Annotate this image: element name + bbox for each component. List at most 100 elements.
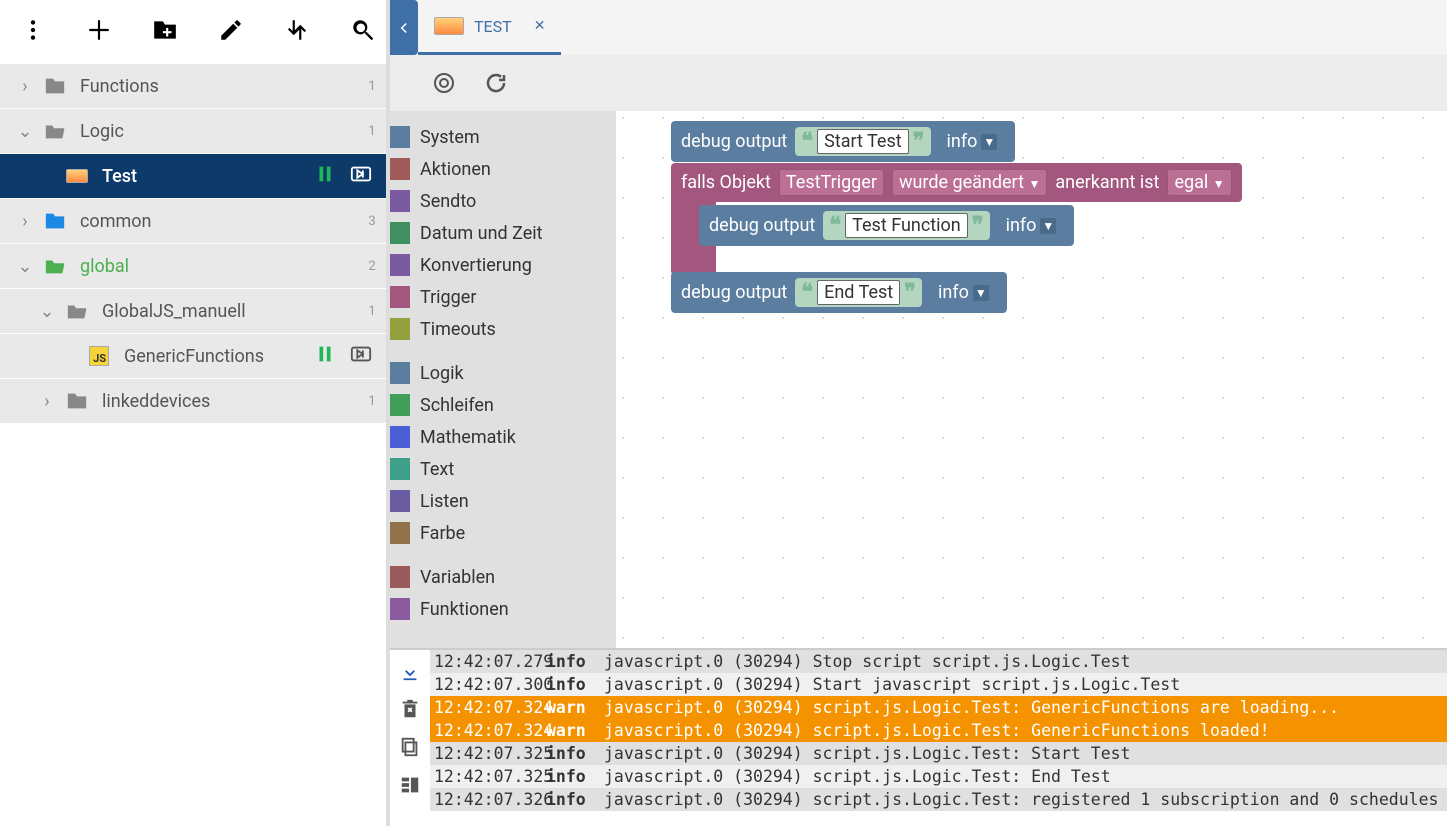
import-export-button[interactable] (284, 10, 310, 50)
tree-label: Logic (70, 121, 366, 142)
level-arg[interactable]: info▼ (939, 129, 1006, 154)
trig-val[interactable]: egal ▼ (1167, 169, 1231, 196)
category-text[interactable]: Text (390, 453, 616, 485)
layout-icon[interactable] (399, 774, 421, 796)
menu-button[interactable] (20, 10, 46, 50)
category-variablen[interactable]: Variablen (390, 561, 616, 593)
add-folder-button[interactable] (152, 10, 178, 50)
category-label: Konvertierung (420, 255, 532, 276)
debug-label: debug output (681, 282, 787, 303)
category-label: System (420, 127, 480, 148)
log-row: 12:42:07.279infojavascript.0 (30294) Sto… (430, 650, 1447, 673)
tree-label: linkeddevices (92, 391, 366, 412)
category-label: Aktionen (420, 159, 491, 180)
debug-block-2[interactable]: debug output ❝Test Function❞ info▼ (699, 205, 1074, 246)
string-arg[interactable]: ❝Start Test❞ (795, 127, 930, 156)
category-aktionen[interactable]: Aktionen (390, 153, 616, 185)
locate-icon[interactable] (432, 71, 456, 95)
log-message: javascript.0 (30294) Start javascript sc… (604, 673, 1447, 696)
pause-icon[interactable] (314, 163, 336, 190)
log-time: 12:42:07.326 (430, 788, 546, 811)
tree-row-functions[interactable]: ›Functions1 (0, 64, 386, 108)
folder-icon (40, 210, 70, 232)
log-row: 12:42:07.324warnjavascript.0 (30294) scr… (430, 719, 1447, 742)
tab-bar: TEST ✕ (390, 0, 1447, 55)
scroll-down-icon[interactable] (399, 660, 421, 682)
log-message: javascript.0 (30294) script.js.Logic.Tes… (604, 696, 1447, 719)
category-datum-und-zeit[interactable]: Datum und Zeit (390, 217, 616, 249)
tree-row-globaljs_manuell[interactable]: ⌄GlobalJS_manuell1 (0, 289, 386, 333)
category-timeouts[interactable]: Timeouts (390, 313, 616, 345)
folder-open-icon (40, 255, 70, 277)
close-tab-icon[interactable]: ✕ (534, 18, 546, 34)
log-time: 12:42:07.325 (430, 742, 546, 765)
trig-op[interactable]: wurde geändert ▼ (892, 169, 1047, 196)
refresh-icon[interactable] (484, 71, 508, 95)
script-toolbar (0, 0, 386, 60)
tree-label: GenericFunctions (114, 346, 314, 367)
tab-label: TEST (474, 17, 512, 36)
console-tools (390, 650, 430, 826)
category-trigger[interactable]: Trigger (390, 281, 616, 313)
blockly-canvas[interactable]: debug output ❝Start Test❞ info▼ falls Ob… (616, 111, 1447, 648)
log-level: info (546, 673, 604, 696)
collapse-tab-button[interactable] (390, 0, 418, 55)
tree-row-test[interactable]: Test (0, 154, 386, 198)
log-row: 12:42:07.325infojavascript.0 (30294) scr… (430, 742, 1447, 765)
log-level: warn (546, 696, 604, 719)
debug-block-3[interactable]: debug output ❝End Test❞ info▼ (671, 272, 1007, 313)
log-message: javascript.0 (30294) script.js.Logic.Tes… (604, 742, 1447, 765)
string-arg[interactable]: ❝End Test❞ (795, 278, 922, 307)
trigger-block[interactable]: falls Objekt TestTrigger wurde geändert … (671, 163, 1242, 202)
category-label: Trigger (420, 287, 476, 308)
category-mathematik[interactable]: Mathematik (390, 421, 616, 453)
log-time: 12:42:07.325 (430, 765, 546, 788)
log-time: 12:42:07.324 (430, 719, 546, 742)
copy-log-icon[interactable] (399, 736, 421, 758)
tree-badge: 1 (366, 79, 378, 94)
log-level: warn (546, 719, 604, 742)
log-time: 12:42:07.300 (430, 673, 546, 696)
debug-label: debug output (709, 215, 815, 236)
console: 12:42:07.279infojavascript.0 (30294) Sto… (390, 648, 1447, 826)
tree-row-genericfunctions[interactable]: JSGenericFunctions (0, 334, 386, 378)
category-schleifen[interactable]: Schleifen (390, 389, 616, 421)
category-farbe[interactable]: Farbe (390, 517, 616, 549)
run-icon[interactable] (350, 163, 372, 190)
tree-row-linkeddevices[interactable]: ›linkeddevices1 (0, 379, 386, 423)
tree-row-global[interactable]: ⌄global2 (0, 244, 386, 288)
tree-label: Test (92, 166, 314, 187)
log-row: 12:42:07.325infojavascript.0 (30294) scr… (430, 765, 1447, 788)
tree-row-logic[interactable]: ⌄Logic1 (0, 109, 386, 153)
search-button[interactable] (350, 10, 376, 50)
trig-prefix: falls Objekt (681, 172, 771, 193)
console-log[interactable]: 12:42:07.279infojavascript.0 (30294) Sto… (430, 650, 1447, 826)
level-arg[interactable]: info▼ (930, 280, 997, 305)
add-button[interactable] (86, 10, 112, 50)
edit-button[interactable] (218, 10, 244, 50)
level-arg[interactable]: info▼ (998, 213, 1065, 238)
pause-icon[interactable] (314, 343, 336, 370)
category-label: Farbe (420, 523, 465, 544)
category-system[interactable]: System (390, 121, 616, 153)
category-sendto[interactable]: Sendto (390, 185, 616, 217)
run-icon[interactable] (350, 343, 372, 370)
folder-icon (40, 75, 70, 97)
tree-row-common[interactable]: ›common3 (0, 199, 386, 243)
category-funktionen[interactable]: Funktionen (390, 593, 616, 625)
log-level: info (546, 742, 604, 765)
sidebar: ›Functions1⌄Logic1 Test ›common3⌄global2⌄G… (0, 0, 390, 826)
category-listen[interactable]: Listen (390, 485, 616, 517)
trig-object[interactable]: TestTrigger (779, 169, 884, 196)
clear-log-icon[interactable] (399, 698, 421, 720)
category-label: Schleifen (420, 395, 494, 416)
blockly-toolbox: System Aktionen SendtoDatum und Zeit Konver… (390, 111, 616, 648)
category-konvertierung[interactable]: Konvertierung (390, 249, 616, 281)
debug-block-1[interactable]: debug output ❝Start Test❞ info▼ (671, 121, 1015, 162)
string-arg[interactable]: ❝Test Function❞ (823, 211, 989, 240)
tab-test[interactable]: TEST ✕ (418, 0, 561, 55)
js-icon: JS (84, 346, 114, 366)
category-logik[interactable]: Logik (390, 357, 616, 389)
log-row: 12:42:07.300infojavascript.0 (30294) Sta… (430, 673, 1447, 696)
log-row: 12:42:07.324warnjavascript.0 (30294) scr… (430, 696, 1447, 719)
